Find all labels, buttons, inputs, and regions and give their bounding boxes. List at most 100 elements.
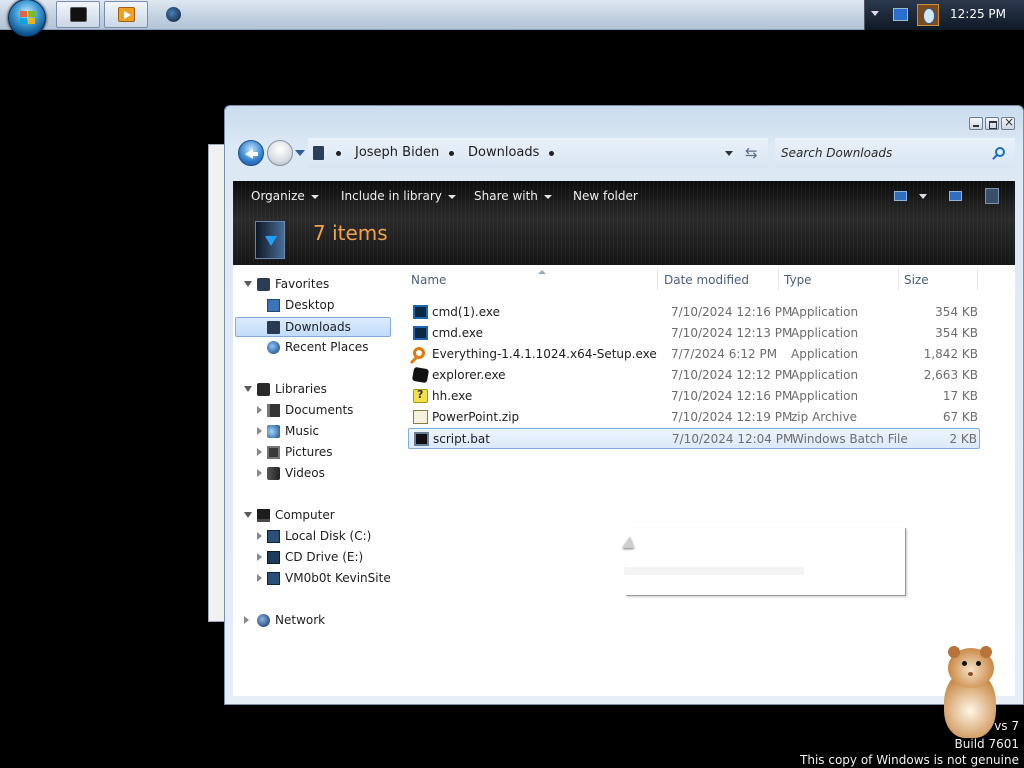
nav-item-recent-places[interactable]: Recent Places — [235, 338, 391, 358]
file-name: cmd.exe — [432, 326, 484, 340]
downloads-icon — [267, 321, 280, 334]
tooltip-ghost-line — [624, 567, 804, 575]
address-bar[interactable]: Joseph Biden Downloads ⇆ — [308, 138, 768, 168]
share-with-button[interactable]: Share with — [474, 189, 552, 203]
nav-item-music[interactable]: Music — [235, 422, 391, 442]
expanded-arrow-icon[interactable] — [244, 281, 252, 287]
file-type: Application — [791, 389, 859, 403]
breadcrumb-user[interactable]: Joseph Biden — [355, 145, 439, 160]
refresh-icon[interactable]: ⇆ — [745, 144, 758, 162]
tray-app-icon[interactable] — [917, 4, 939, 26]
column-header-date-modified[interactable]: Date modified — [664, 269, 779, 291]
breadcrumb-separator-icon[interactable] — [336, 151, 341, 156]
column-divider[interactable] — [778, 268, 779, 290]
collapsed-arrow-icon[interactable] — [257, 469, 262, 477]
nav-group-favorites[interactable]: Favorites — [235, 275, 391, 295]
nav-group-computer[interactable]: Computer — [235, 506, 391, 526]
nav-item-label: VM0b0t KevinSite — [285, 571, 391, 585]
file-row[interactable]: cmd.exe 7/10/2024 12:13 PM Application 3… — [408, 323, 980, 344]
chevron-down-icon — [310, 194, 319, 199]
file-name: PowerPoint.zip — [432, 410, 520, 424]
file-date: 7/10/2024 12:19 PM — [671, 410, 793, 424]
column-header-type[interactable]: Type — [784, 269, 894, 291]
clock[interactable]: 12:25 PM — [950, 7, 1006, 21]
collapsed-arrow-icon[interactable] — [244, 616, 249, 624]
minimize-button[interactable] — [969, 117, 983, 130]
watermark-edition: vs 7 — [994, 719, 1019, 733]
nav-item-downloads[interactable]: Downloads — [235, 317, 391, 337]
breadcrumb-separator-icon[interactable] — [549, 151, 554, 156]
nav-item-network-drive[interactable]: VM0b0t KevinSite — [235, 569, 391, 589]
view-options-chevron-down-icon[interactable] — [919, 194, 927, 199]
organize-label: Organize — [251, 189, 305, 203]
column-divider[interactable] — [977, 268, 978, 290]
file-name: cmd(1).exe — [432, 305, 501, 319]
file-type: Application — [791, 326, 859, 340]
column-header-label: Name — [411, 273, 447, 287]
collapsed-arrow-icon[interactable] — [257, 448, 262, 456]
address-history-chevron-down-icon[interactable] — [725, 151, 733, 156]
nav-item-label: Local Disk (C:) — [285, 529, 372, 543]
nav-group-libraries[interactable]: Libraries — [235, 380, 391, 400]
collapsed-arrow-icon[interactable] — [257, 553, 262, 561]
column-divider[interactable] — [657, 268, 658, 290]
file-row-selected[interactable]: script.bat 7/10/2024 12:04 PM Windows Ba… — [408, 428, 980, 449]
start-button[interactable] — [8, 0, 46, 37]
collapsed-arrow-icon[interactable] — [257, 406, 262, 414]
help-icon[interactable] — [985, 188, 999, 204]
maximize-button[interactable] — [985, 117, 999, 130]
videos-icon — [267, 467, 280, 480]
breadcrumb-downloads[interactable]: Downloads — [468, 145, 539, 160]
search-input[interactable] — [779, 143, 979, 163]
include-in-library-button[interactable]: Include in library — [341, 189, 456, 203]
breadcrumb-separator-icon[interactable] — [449, 151, 454, 156]
file-size: 2 KB — [949, 432, 977, 446]
libraries-icon — [257, 383, 270, 396]
nav-item-documents[interactable]: Documents — [235, 401, 391, 421]
nav-item-videos[interactable]: Videos — [235, 464, 391, 484]
file-row[interactable]: explorer.exe 7/10/2024 12:12 PM Applicat… — [408, 365, 980, 386]
show-hidden-icons-chevron-icon[interactable] — [871, 11, 879, 16]
collapsed-arrow-icon[interactable] — [257, 532, 262, 540]
file-date: 7/7/2024 6:12 PM — [671, 347, 778, 361]
nav-item-local-disk[interactable]: Local Disk (C:) — [235, 527, 391, 547]
file-list: Name Date modified Type Size cmd(1).exe … — [401, 265, 1015, 696]
taskbar-button-terminal[interactable] — [56, 1, 100, 28]
search-icon[interactable] — [995, 147, 1005, 157]
close-button[interactable] — [1001, 115, 1015, 130]
taskbar-button-media-player[interactable] — [104, 1, 148, 28]
nav-item-cd-drive[interactable]: CD Drive (E:) — [235, 548, 391, 568]
tray-display-icon[interactable] — [893, 8, 908, 21]
back-button[interactable] — [238, 140, 264, 166]
taskbar-app-icon[interactable] — [166, 7, 181, 22]
documents-icon — [267, 404, 280, 417]
nav-item-pictures[interactable]: Pictures — [235, 443, 391, 463]
file-row[interactable]: cmd(1).exe 7/10/2024 12:16 PM Applicatio… — [408, 302, 980, 323]
search-box[interactable] — [775, 138, 1015, 168]
column-header-size[interactable]: Size — [904, 269, 974, 291]
change-view-icon[interactable] — [894, 191, 907, 201]
expanded-arrow-icon[interactable] — [244, 512, 252, 518]
preview-pane-icon[interactable] — [949, 191, 962, 201]
file-date: 7/10/2024 12:16 PM — [671, 305, 793, 319]
nav-item-desktop[interactable]: Desktop — [235, 296, 391, 316]
file-row[interactable]: hh.exe 7/10/2024 12:16 PM Application 17… — [408, 386, 980, 407]
hard-disk-icon — [267, 530, 280, 543]
nav-group-network[interactable]: Network — [235, 611, 391, 631]
column-header-name[interactable]: Name — [411, 269, 661, 291]
collapsed-arrow-icon[interactable] — [257, 427, 262, 435]
nav-item-label: Documents — [285, 403, 354, 417]
collapsed-arrow-icon[interactable] — [257, 574, 262, 582]
new-folder-button[interactable]: New folder — [573, 189, 638, 203]
nav-favorites-label: Favorites — [275, 277, 330, 291]
file-row[interactable]: Everything-1.4.1.1024.x64-Setup.exe 7/7/… — [408, 344, 980, 365]
recent-pages-chevron-down-icon[interactable] — [295, 150, 305, 156]
column-divider[interactable] — [898, 268, 899, 290]
downloads-folder-icon — [255, 221, 285, 259]
file-row[interactable]: PowerPoint.zip 7/10/2024 12:19 PM zip Ar… — [408, 407, 980, 428]
organize-button[interactable]: Organize — [251, 189, 319, 203]
forward-button[interactable] — [267, 140, 293, 166]
file-size: 1,842 KB — [923, 347, 978, 361]
expanded-arrow-icon[interactable] — [244, 386, 252, 392]
item-count: 7 items — [313, 221, 388, 245]
